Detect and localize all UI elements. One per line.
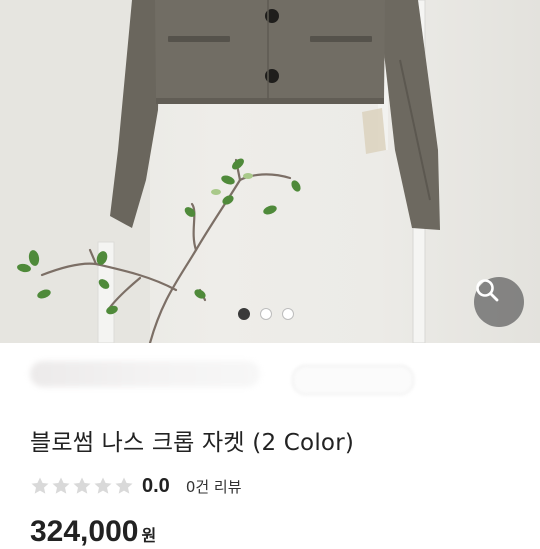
seller-info-row [0, 343, 540, 403]
follow-button-blurred[interactable] [292, 365, 414, 395]
star-icon [94, 477, 112, 494]
product-photo-illustration [0, 0, 440, 343]
magnifier-icon [476, 279, 499, 302]
star-icon [115, 477, 133, 494]
gallery-dot-3[interactable] [282, 308, 294, 320]
star-icon [31, 477, 49, 494]
product-title: 블로썸 나스 크롭 자켓 (2 Color) [30, 430, 355, 456]
price-row: 324,000 원 [30, 515, 156, 549]
gallery-dot-1[interactable] [238, 308, 250, 320]
rating-score: 0.0 [142, 474, 170, 497]
star-rating [30, 476, 134, 496]
star-icon [73, 477, 91, 494]
zoom-button[interactable] [474, 277, 524, 327]
product-image[interactable] [0, 0, 540, 343]
price-currency: 원 [141, 526, 157, 545]
seller-info-blurred [30, 361, 260, 387]
review-count-link[interactable]: 0건 리뷰 [186, 476, 242, 497]
rating-row[interactable]: 0.0 0건 리뷰 [30, 473, 242, 499]
star-icon [52, 477, 70, 494]
gallery-pagination [238, 308, 294, 320]
gallery-dot-2[interactable] [260, 308, 272, 320]
price-amount: 324,000 [30, 515, 139, 548]
